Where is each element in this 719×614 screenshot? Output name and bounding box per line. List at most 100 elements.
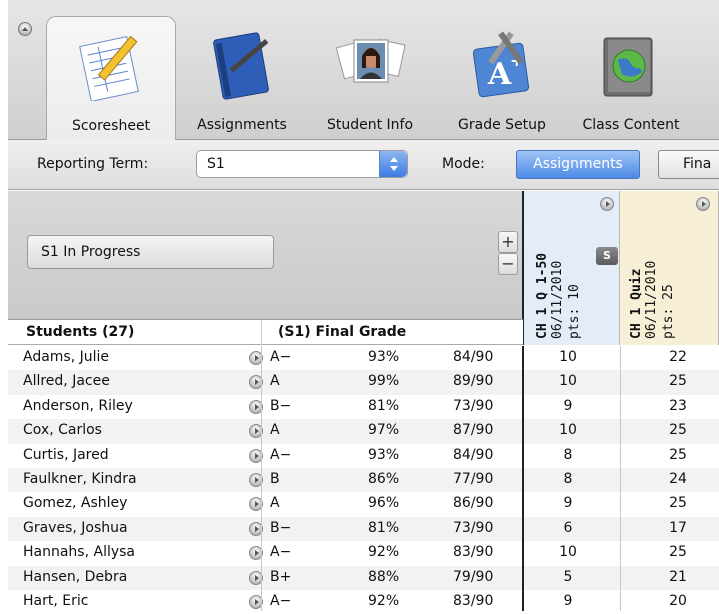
score-cell[interactable]: 23 — [658, 398, 698, 414]
select-stepper-icon — [379, 151, 407, 177]
student-name: Anderson, Riley — [23, 397, 133, 414]
score-cell[interactable]: 8 — [548, 447, 588, 463]
table-row[interactable]: Cox, Carlos A 97% 87/90 10 25 — [8, 419, 719, 444]
score-cell[interactable]: 25 — [658, 373, 698, 389]
tab-label: Class Content — [582, 117, 680, 133]
grade-points: 79/90 — [453, 568, 494, 585]
student-name: Cox, Carlos — [23, 422, 102, 439]
tab-label: Scoresheet — [71, 118, 151, 134]
tab-label: Assignments — [197, 117, 287, 133]
table-row[interactable]: Graves, Joshua B− 81% 73/90 6 17 — [8, 516, 719, 542]
table-row[interactable]: Allred, Jacee A 99% 89/90 10 25 — [8, 370, 719, 395]
tab-class-content[interactable]: Class Content — [566, 16, 696, 140]
score-cell[interactable]: 9 — [548, 398, 588, 414]
letter-grade: B — [270, 470, 280, 487]
score-cell[interactable]: 5 — [548, 569, 588, 585]
grade-percent: 93% — [368, 446, 400, 463]
letter-grade: A− — [270, 592, 292, 609]
grade-percent: 92% — [368, 592, 400, 609]
student-name: Hannahs, Allysa — [23, 544, 136, 561]
student-name: Hansen, Debra — [23, 568, 128, 585]
score-cell[interactable]: 25 — [658, 447, 698, 463]
tab-student-info[interactable]: Student Info — [310, 16, 430, 140]
assignment-points: pts: 10 — [567, 284, 582, 339]
term-progress-button[interactable]: S1 In Progress — [27, 235, 274, 269]
score-cell[interactable]: 10 — [548, 544, 588, 560]
assignment-points: pts: 25 — [661, 284, 676, 339]
score-cell[interactable]: 9 — [548, 593, 588, 609]
score-cell[interactable]: 17 — [658, 520, 698, 536]
student-name: Curtis, Jared — [23, 446, 109, 463]
term-progress-label: S1 In Progress — [41, 244, 141, 260]
final-grade-column-header[interactable]: (S1) Final Grade — [278, 324, 406, 340]
student-name: Faulkner, Kindra — [23, 470, 137, 487]
grade-percent: 97% — [368, 422, 400, 439]
student-name: Adams, Julie — [23, 349, 110, 365]
score-cell[interactable]: 20 — [658, 593, 698, 609]
letter-grade: A — [270, 422, 280, 439]
tab-grade-setup[interactable]: A + Grade Setup — [446, 16, 558, 140]
score-cell[interactable]: 24 — [658, 471, 698, 487]
student-photos-icon — [336, 39, 406, 83]
scoresheet-icon — [79, 35, 139, 101]
student-name: Gomez, Ashley — [23, 495, 128, 512]
assignment-standard-badge: S — [596, 247, 618, 265]
tab-label: Student Info — [326, 117, 414, 133]
score-cell[interactable]: 9 — [548, 495, 588, 511]
score-cell[interactable]: 25 — [658, 544, 698, 560]
reporting-term-select[interactable]: S1 — [196, 150, 408, 178]
table-row[interactable]: Curtis, Jared A− 93% 84/90 8 25 — [8, 443, 719, 468]
score-cell[interactable]: 6 — [548, 520, 588, 536]
mode-assignments-button[interactable]: Assignments — [516, 150, 640, 179]
grade-points: 86/90 — [453, 495, 494, 512]
frozen-column-divider — [522, 346, 524, 611]
grade-points: 89/90 — [453, 373, 494, 390]
student-rows: Adams, Julie A− 93% 84/90 10 22 Allred, … — [8, 346, 719, 614]
header-panel: S1 In Progress + − — [8, 191, 523, 319]
letter-grade: B− — [270, 519, 292, 536]
students-column-header[interactable]: Students (27) — [26, 324, 134, 340]
notebook-icon — [213, 32, 269, 100]
column-divider — [261, 346, 262, 611]
score-cell[interactable]: 8 — [548, 471, 588, 487]
score-cell[interactable]: 10 — [548, 422, 588, 438]
mode-final-button[interactable]: Fina — [658, 150, 719, 179]
column-detail-arrow-icon[interactable] — [696, 197, 710, 211]
score-cell[interactable]: 10 — [548, 349, 588, 365]
score-cell[interactable]: 21 — [658, 569, 698, 585]
grade-points: 73/90 — [453, 397, 494, 414]
table-row[interactable]: Hart, Eric A− 92% 83/90 9 20 — [8, 589, 719, 614]
student-name: Graves, Joshua — [23, 519, 128, 536]
table-row[interactable]: Faulkner, Kindra B 86% 77/90 8 24 — [8, 467, 719, 493]
assignment-date: 06/11/2010 — [550, 260, 565, 339]
score-cell[interactable]: 10 — [548, 373, 588, 389]
letter-grade: A− — [270, 446, 292, 463]
tab-label: Grade Setup — [458, 117, 546, 133]
letter-grade: B− — [270, 397, 292, 414]
grade-percent: 99% — [368, 373, 400, 390]
column-detail-arrow-icon[interactable] — [600, 197, 614, 211]
remove-column-button[interactable]: − — [498, 253, 518, 275]
table-row[interactable]: Gomez, Ashley A 96% 86/90 9 25 — [8, 492, 719, 517]
table-row[interactable]: Hannahs, Allysa A− 92% 83/90 10 25 — [8, 541, 719, 566]
grade-percent: 93% — [368, 349, 400, 365]
assignment-date: 06/11/2010 — [644, 260, 659, 339]
score-cell[interactable]: 22 — [658, 349, 698, 365]
tab-scoresheet[interactable]: Scoresheet — [46, 16, 176, 140]
table-row[interactable]: Hansen, Debra B+ 88% 79/90 5 21 — [8, 565, 719, 590]
term-bar: Reporting Term: S1 Mode: Assignments Fin… — [8, 140, 719, 190]
score-cell[interactable]: 25 — [658, 422, 698, 438]
grade-points: 84/90 — [453, 349, 494, 365]
student-name: Hart, Eric — [23, 592, 89, 609]
add-column-button[interactable]: + — [498, 231, 518, 253]
grade-points: 83/90 — [453, 592, 494, 609]
letter-grade: B+ — [270, 568, 292, 585]
window-collapse-button[interactable] — [18, 22, 32, 36]
grade-percent: 96% — [368, 495, 400, 512]
table-row[interactable]: Adams, Julie A− 93% 84/90 10 22 — [8, 346, 719, 371]
table-row[interactable]: Anderson, Riley B− 81% 73/90 9 23 — [8, 394, 719, 420]
score-cell[interactable]: 25 — [658, 495, 698, 511]
assignment-column-header[interactable]: CH 1 Quiz 06/11/2010 pts: 25 — [620, 191, 719, 345]
tab-assignments[interactable]: Assignments — [180, 16, 304, 140]
assignment-column-header[interactable]: S CH 1 Q 1-50 06/11/2010 pts: 10 — [522, 191, 620, 345]
